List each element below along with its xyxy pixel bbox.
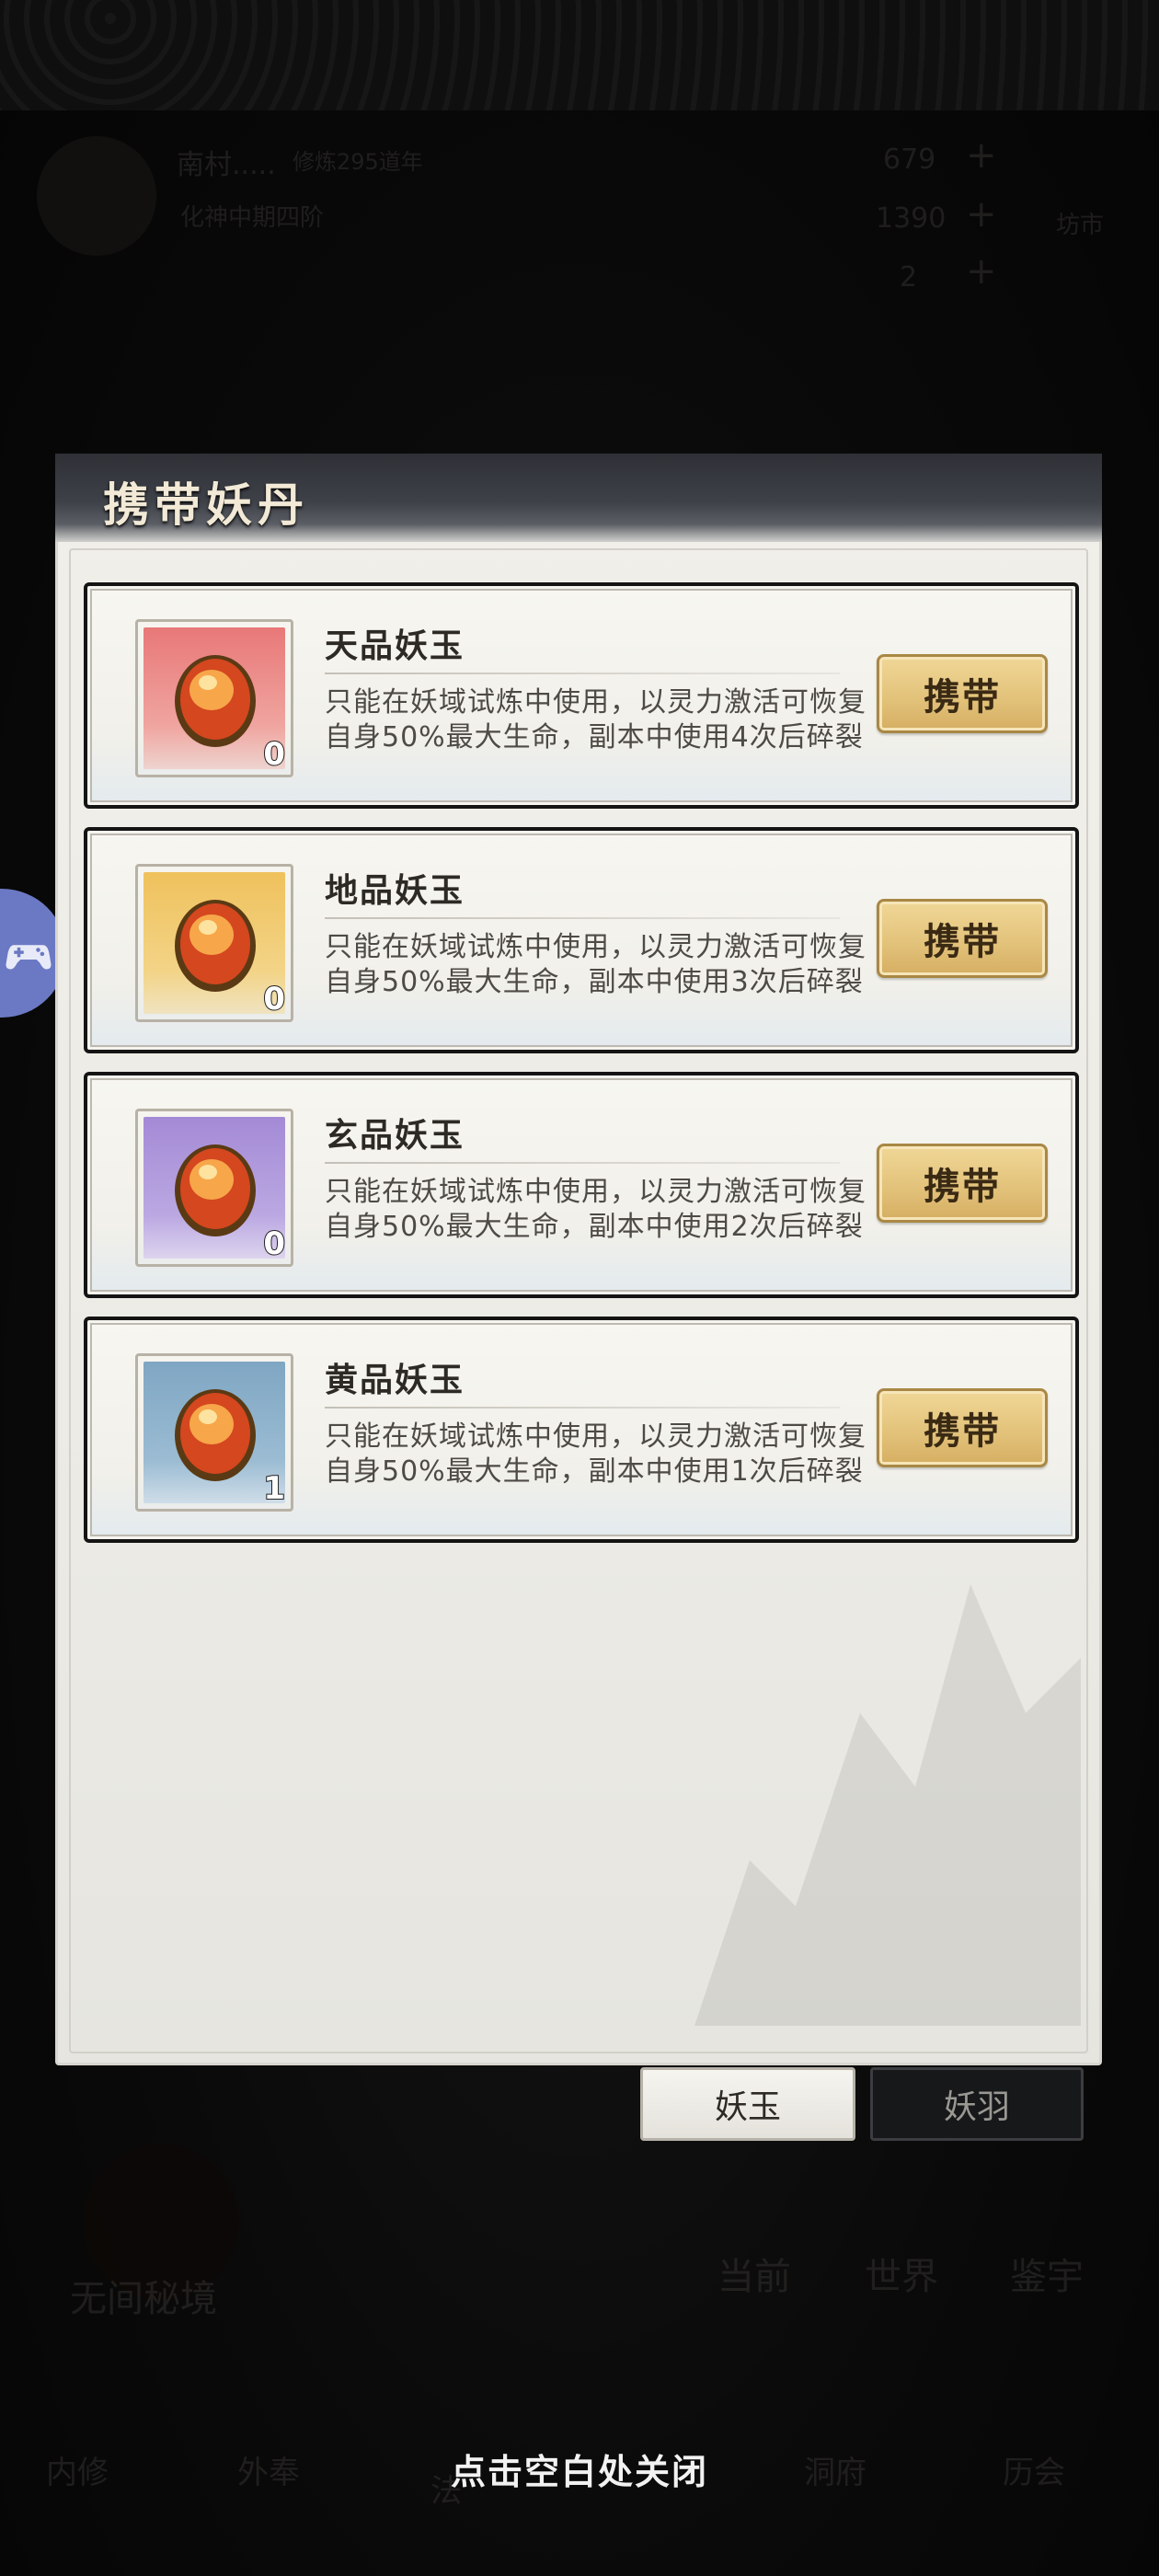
item-thumb[interactable]: 0 (135, 864, 293, 1022)
demon-jade-icon (175, 1144, 256, 1236)
item-name: 玄品妖玉 (325, 1117, 465, 1155)
carry-demon-pill-panel: 携带妖丹 0 天品妖玉 只能在妖域试炼中使用，以灵力激活可恢复自身50%最大生命… (55, 454, 1102, 2065)
gamepad-icon (6, 945, 52, 970)
mountain-decor (694, 1584, 1081, 2026)
item-card-xuan: 0 玄品妖玉 只能在妖域试炼中使用，以灵力激活可恢复自身50%最大生命，副本中使… (84, 1072, 1079, 1298)
item-count: 0 (262, 1225, 286, 1263)
item-card-di: 0 地品妖玉 只能在妖域试炼中使用，以灵力激活可恢复自身50%最大生命，副本中使… (84, 827, 1079, 1053)
tab-demon-jade[interactable]: 妖玉 (640, 2067, 855, 2141)
tab-demon-feather[interactable]: 妖羽 (870, 2067, 1084, 2141)
demon-jade-icon (175, 1389, 256, 1481)
item-name: 地品妖玉 (325, 872, 465, 910)
item-description: 只能在妖域试炼中使用，以灵力激活可恢复自身50%最大生命，副本中使用1次后碎裂 (325, 1420, 866, 1488)
item-description: 只能在妖域试炼中使用，以灵力激活可恢复自身50%最大生命，副本中使用4次后碎裂 (325, 686, 866, 753)
carry-button[interactable]: 携带 (877, 1144, 1048, 1223)
demon-jade-icon (175, 655, 256, 747)
demon-jade-icon (175, 900, 256, 992)
item-divider (325, 1162, 840, 1164)
item-count: 1 (262, 1469, 286, 1508)
item-count: 0 (262, 735, 286, 774)
item-thumb[interactable]: 1 (135, 1353, 293, 1512)
item-divider (325, 917, 840, 919)
item-thumb[interactable]: 0 (135, 619, 293, 777)
panel-title: 携带妖丹 (103, 477, 309, 532)
item-divider (325, 1407, 840, 1409)
item-count: 0 (262, 980, 286, 1018)
item-divider (325, 673, 840, 674)
item-description: 只能在妖域试炼中使用，以灵力激活可恢复自身50%最大生命，副本中使用3次后碎裂 (325, 931, 866, 998)
carry-button[interactable]: 携带 (877, 899, 1048, 978)
item-card-huang: 1 黄品妖玉 只能在妖域试炼中使用，以灵力激活可恢复自身50%最大生命，副本中使… (84, 1317, 1079, 1543)
item-name: 天品妖玉 (325, 627, 465, 665)
item-card-tian: 0 天品妖玉 只能在妖域试炼中使用，以灵力激活可恢复自身50%最大生命，副本中使… (84, 582, 1079, 809)
carry-button[interactable]: 携带 (877, 654, 1048, 733)
close-hint[interactable]: 点击空白处关闭 (0, 2444, 1159, 2494)
carry-button[interactable]: 携带 (877, 1388, 1048, 1467)
item-description: 只能在妖域试炼中使用，以灵力激活可恢复自身50%最大生命，副本中使用2次后碎裂 (325, 1176, 866, 1243)
item-thumb[interactable]: 0 (135, 1109, 293, 1267)
panel-header: 携带妖丹 (55, 454, 1102, 542)
item-name: 黄品妖玉 (325, 1362, 465, 1399)
